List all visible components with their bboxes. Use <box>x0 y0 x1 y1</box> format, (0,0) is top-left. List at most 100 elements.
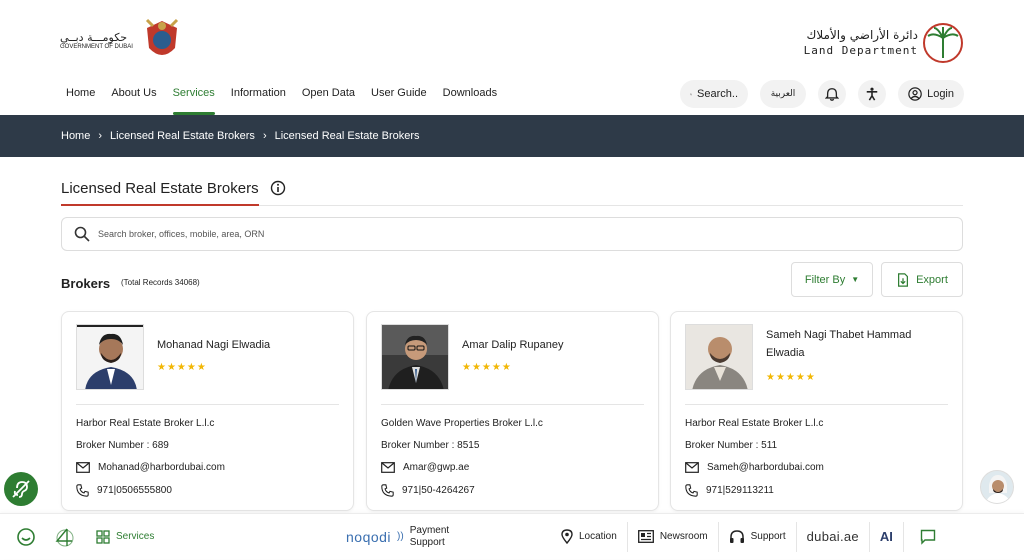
broker-email[interactable]: Amar@gwp.ae <box>381 462 469 473</box>
accessibility-icon <box>866 87 878 101</box>
broker-phone-text: 971|529113211 <box>706 485 774 496</box>
broker-card[interactable]: Amar Dalip Rupaney ★★★★★ Golden Wave Pro… <box>366 311 659 511</box>
broker-phone[interactable]: 971|50-4264267 <box>381 484 475 497</box>
mail-icon <box>685 462 699 473</box>
palm-tree-icon <box>923 23 963 63</box>
total-records: (Total Records 34068) <box>121 278 200 287</box>
dubai-emblem-icon <box>139 18 185 64</box>
virtual-assistant-avatar[interactable] <box>980 470 1014 504</box>
breadcrumb-home[interactable]: Home <box>61 130 90 142</box>
info-icon[interactable] <box>270 180 286 196</box>
breadcrumb-brokers[interactable]: Licensed Real Estate Brokers <box>110 130 255 142</box>
dubai-ae-button[interactable]: dubai.ae <box>797 514 869 560</box>
broker-number: Broker Number : 8515 <box>381 440 480 451</box>
ld-logo-text: دائرة الأراضي والأملاك Land Department <box>804 28 918 58</box>
broker-email[interactable]: Mohanad@harbordubai.com <box>76 462 225 473</box>
broker-email-text: Mohanad@harbordubai.com <box>98 462 225 473</box>
broker-email[interactable]: Sameh@harbordubai.com <box>685 462 824 473</box>
dubai-ae-logo: dubai.ae <box>806 529 859 544</box>
support-label: Support <box>750 531 786 542</box>
gov-logo-arabic: حكومـــة دبــي <box>60 30 128 44</box>
support-button[interactable]: Support <box>719 514 796 560</box>
broker-name[interactable]: Mohanad Nagi Elwadia <box>157 337 337 355</box>
user-icon <box>908 87 922 101</box>
export-label: Export <box>916 273 948 286</box>
export-button[interactable]: Export <box>881 262 963 297</box>
nav-open-data[interactable]: Open Data <box>294 86 363 106</box>
smiley-feedback-button[interactable] <box>0 514 44 560</box>
noqodi-logo: noqodi <box>346 528 392 545</box>
ai-assistant-button[interactable]: AI <box>870 514 903 560</box>
bottom-toolbar: Services noqodi )) Payment Support Locat… <box>0 513 1024 559</box>
divider <box>381 404 644 405</box>
export-icon <box>898 272 909 287</box>
broker-company: Harbor Real Estate Broker L.l.c <box>76 418 215 429</box>
gov-logo-text: حكومـــة دبــي GOVERNMENT OF DUBAI <box>60 31 133 51</box>
broker-search <box>61 217 963 251</box>
chat-button[interactable] <box>904 514 954 560</box>
caret-down-icon: ▼ <box>851 275 860 284</box>
login-button[interactable]: Login <box>898 80 964 108</box>
breadcrumb-current: Licensed Real Estate Brokers <box>274 130 420 142</box>
chevron-right-icon: › <box>262 130 267 142</box>
divider <box>685 404 948 405</box>
broker-rating: ★★★★★ <box>157 362 207 373</box>
newsroom-button[interactable]: Newsroom <box>628 514 718 560</box>
mail-icon <box>381 462 395 473</box>
gov-logo-english: GOVERNMENT OF DUBAI <box>60 44 133 50</box>
nav-services[interactable]: Services <box>165 86 223 115</box>
broker-phone[interactable]: 971|0506555800 <box>76 484 172 497</box>
phone-icon <box>76 484 89 497</box>
services-button[interactable]: Services <box>86 514 336 560</box>
broker-email-text: Sameh@harbordubai.com <box>707 462 824 473</box>
newsroom-label: Newsroom <box>659 531 708 542</box>
nav-about-us[interactable]: About Us <box>103 86 164 106</box>
nav-information[interactable]: Information <box>223 86 294 106</box>
page-title: Licensed Real Estate Brokers <box>61 180 259 206</box>
broker-photo <box>685 324 753 390</box>
search-button[interactable]: Search.. <box>680 80 748 108</box>
brokers-header: Brokers (Total Records 34068) Filter By … <box>61 262 963 297</box>
nav-home[interactable]: Home <box>60 86 103 106</box>
broker-photo <box>76 324 144 390</box>
main-nav: Home About Us Services Information Open … <box>60 86 505 115</box>
brokers-title: Brokers <box>61 276 111 291</box>
services-label: Services <box>116 531 155 542</box>
government-of-dubai-logo[interactable]: حكومـــة دبــي GOVERNMENT OF DUBAI <box>60 18 185 64</box>
ai-label: AI <box>879 529 893 544</box>
noqodi-payment-support[interactable]: noqodi )) Payment Support <box>336 514 551 560</box>
location-label: Location <box>579 531 617 542</box>
broker-rating: ★★★★★ <box>462 362 512 373</box>
broker-email-text: Amar@gwp.ae <box>403 462 470 473</box>
ear-icon <box>12 480 30 498</box>
broker-name[interactable]: Amar Dalip Rupaney <box>462 337 642 355</box>
payment-support-label: Payment Support <box>410 525 449 548</box>
chevron-right-icon: › <box>98 130 103 142</box>
land-department-logo[interactable]: دائرة الأراضي والأملاك Land Department <box>804 22 964 64</box>
ld-logo-english: Land Department <box>803 43 918 57</box>
logo-4-button[interactable] <box>44 514 86 560</box>
phone-icon <box>685 484 698 497</box>
hearing-accessibility-button[interactable] <box>4 472 38 506</box>
location-button[interactable]: Location <box>551 514 627 560</box>
broker-name[interactable]: Sameh Nagi Thabet Hammad Elwadia <box>766 327 946 362</box>
filter-by-button[interactable]: Filter By ▼ <box>791 262 873 297</box>
search-icon <box>74 226 90 242</box>
nav-user-guide[interactable]: User Guide <box>363 86 435 106</box>
login-label: Login <box>927 88 954 100</box>
page-title-row: Licensed Real Estate Brokers <box>61 178 963 206</box>
site-header: حكومـــة دبــي GOVERNMENT OF DUBAI دائرة… <box>0 0 1024 115</box>
accessibility-button[interactable] <box>858 80 886 108</box>
language-label: العربية <box>770 89 796 99</box>
broker-search-input[interactable] <box>98 229 878 239</box>
filter-by-label: Filter By <box>804 273 846 286</box>
language-toggle[interactable]: العربية <box>760 80 806 108</box>
bell-icon <box>825 88 839 101</box>
broker-photo <box>381 324 449 390</box>
broker-phone[interactable]: 971|529113211 <box>685 484 774 497</box>
nav-downloads[interactable]: Downloads <box>435 86 505 106</box>
broker-card[interactable]: Sameh Nagi Thabet Hammad Elwadia ★★★★★ H… <box>670 311 963 511</box>
broker-rating: ★★★★★ <box>766 372 816 383</box>
notifications-button[interactable] <box>818 80 846 108</box>
broker-card[interactable]: Mohanad Nagi Elwadia ★★★★★ Harbor Real E… <box>61 311 354 511</box>
